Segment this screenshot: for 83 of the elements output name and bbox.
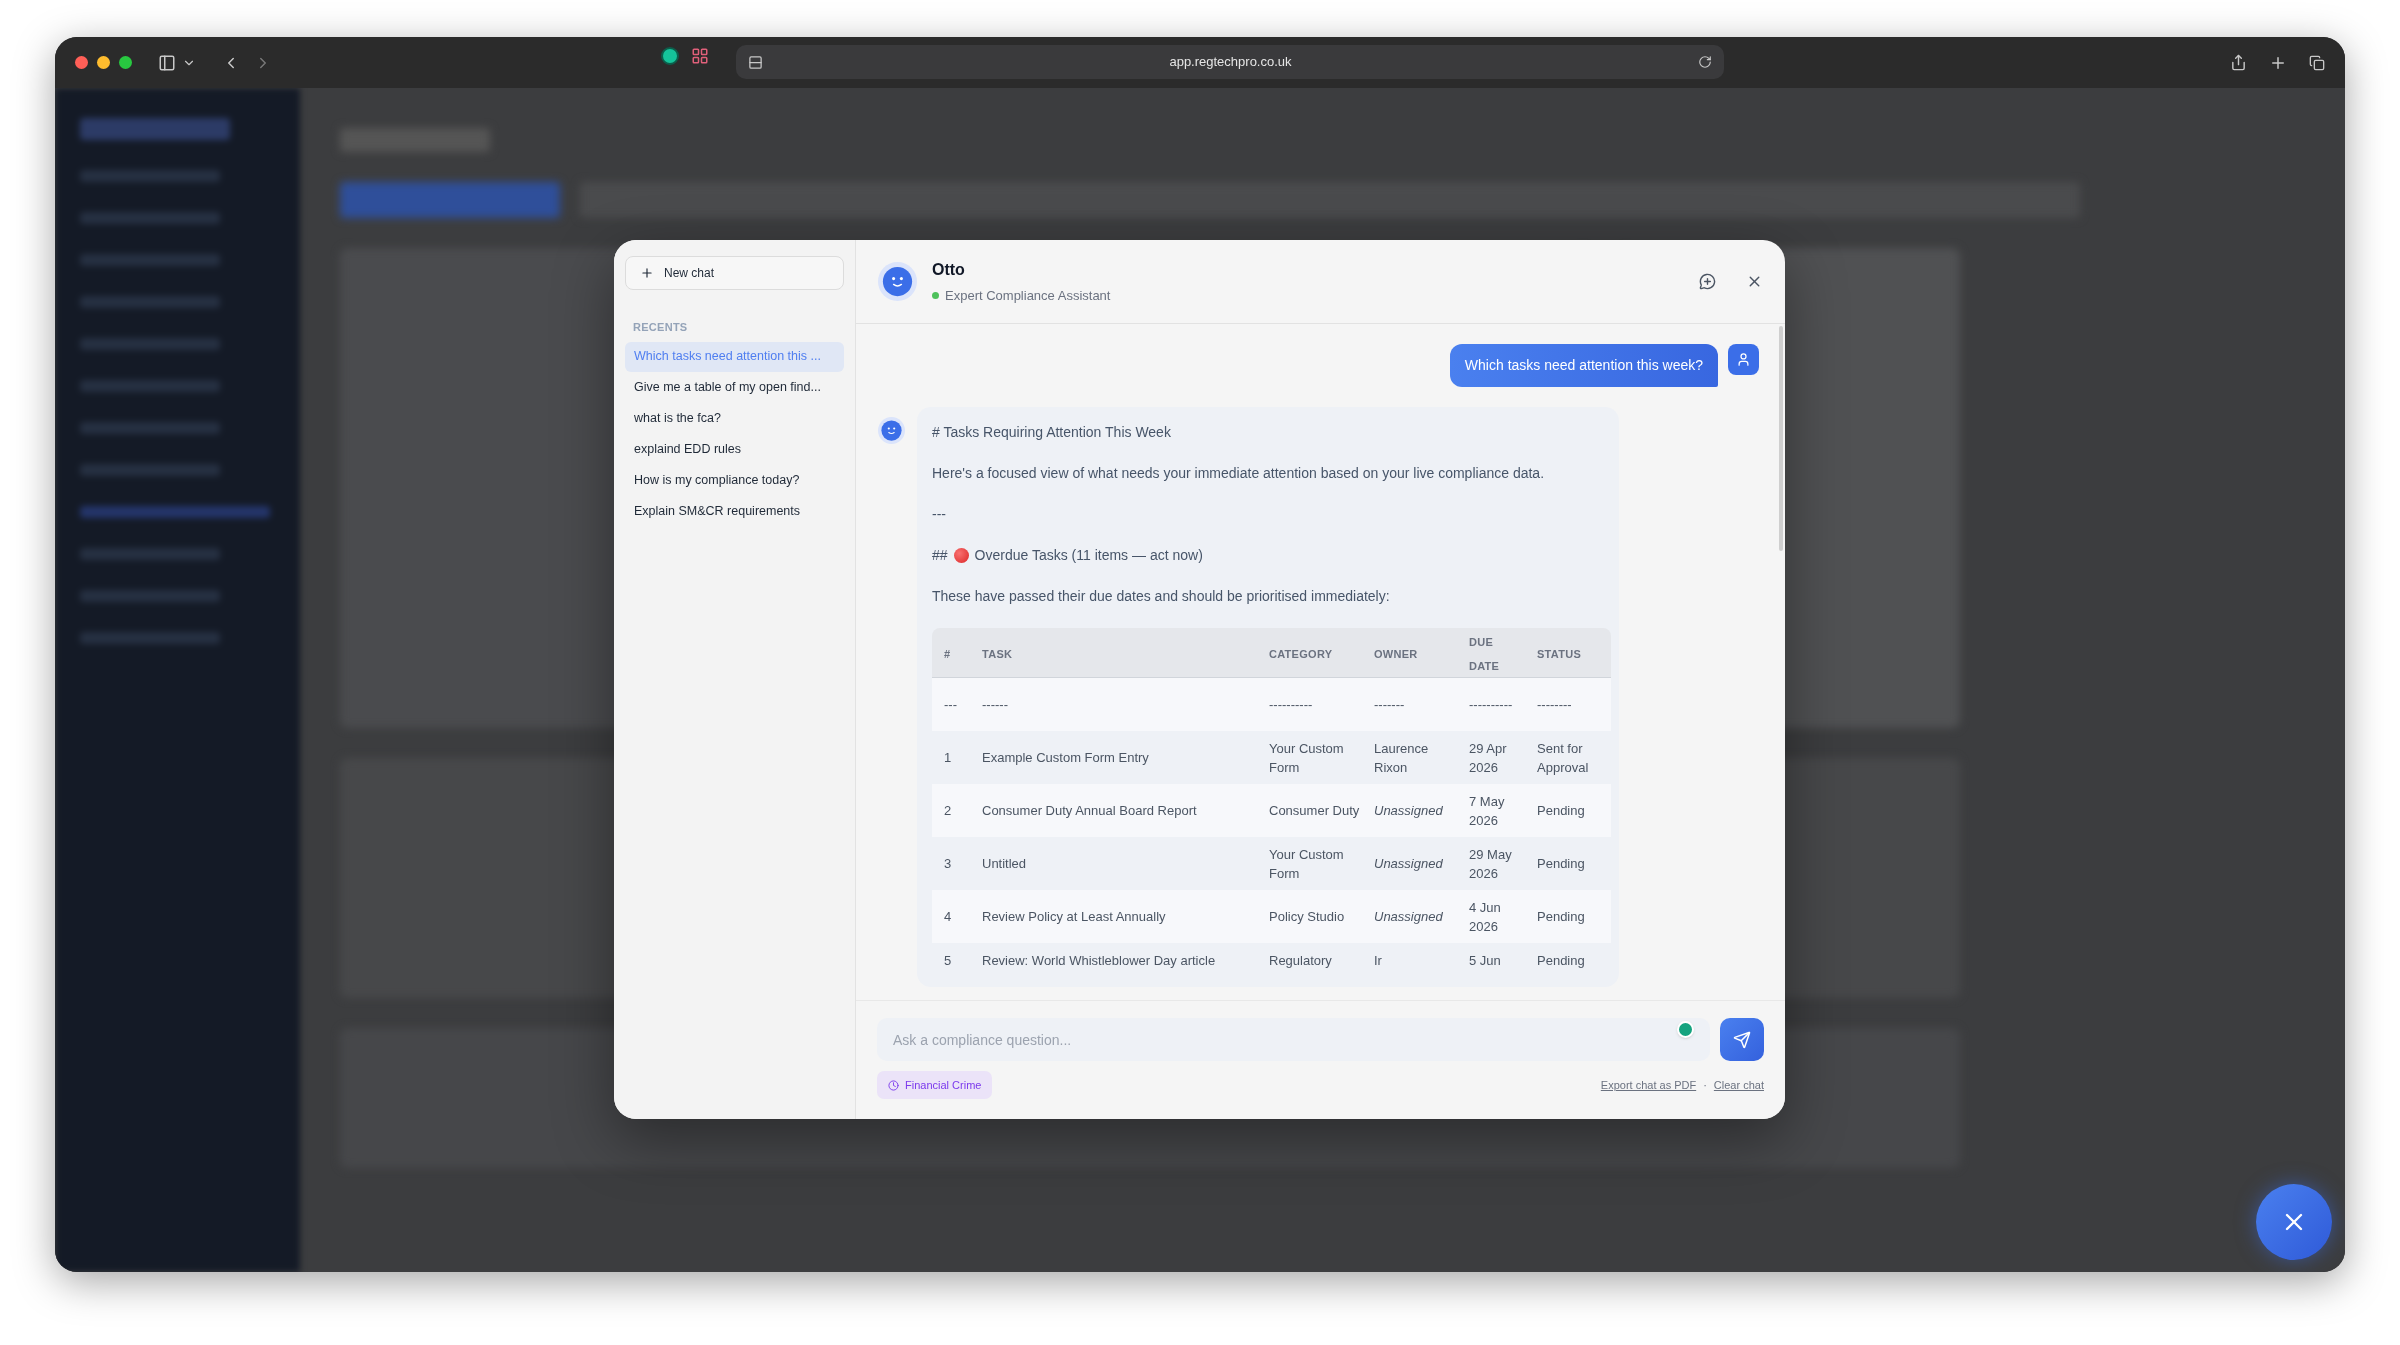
table-cell: Laurence Rixon: [1374, 740, 1429, 775]
table-cell: 5 Jun: [1469, 953, 1501, 968]
table-cell: 29 Apr 2026: [1469, 740, 1507, 775]
send-button[interactable]: [1720, 1018, 1764, 1061]
question-input-field[interactable]: Ask a compliance question...: [877, 1018, 1710, 1061]
table-cell: ----------: [1469, 697, 1513, 712]
topic-chip[interactable]: Financial Crime: [877, 1071, 993, 1099]
table-cell: ------: [982, 697, 1008, 712]
assistant-message-avatar-icon: [878, 417, 905, 444]
assistant-name: Otto: [932, 259, 966, 280]
table-cell: Ir: [1374, 953, 1382, 968]
assistant-avatar-icon: [878, 262, 917, 301]
share-icon[interactable]: [2230, 54, 2247, 71]
message-text: Here's a focused view of what needs your immediate attention based on your live compliance data.: [932, 464, 1545, 483]
table-cell: Untitled: [982, 856, 1027, 871]
table-cell: Pending: [1537, 856, 1585, 871]
recent-chat-item[interactable]: Explain SM&CR requirements: [625, 496, 844, 527]
export-pdf-link[interactable]: Export chat as PDF: [1600, 1076, 1697, 1094]
sidebar-toggle-icon[interactable]: [158, 53, 176, 72]
user-message-bubble: Which tasks need attention this week?: [1449, 344, 1718, 387]
table-cell: Example Custom Form Entry: [982, 750, 1149, 765]
column-header: DUE DATE: [1469, 635, 1500, 672]
table-cell: -------: [1374, 697, 1405, 712]
plus-icon: [640, 266, 654, 280]
table-cell: 4 Jun 2026: [1469, 899, 1501, 934]
table-cell: Consumer Duty Annual Board Report: [982, 803, 1197, 818]
new-chat-button[interactable]: New chat: [625, 256, 844, 290]
recent-chat-item[interactable]: explaind EDD rules: [625, 434, 844, 465]
message-text: ---: [932, 505, 947, 524]
url-text: app.regtechpro.co.uk: [1168, 53, 1293, 72]
column-header: STATUS: [1537, 647, 1582, 660]
table-cell: 1: [944, 750, 952, 765]
minimize-window-icon[interactable]: [97, 56, 110, 69]
table-cell: Consumer Duty: [1269, 803, 1360, 818]
link-separator: ·: [1703, 1077, 1707, 1093]
table-cell: Sent for Approval: [1537, 740, 1589, 775]
table-cell: Your Custom Form: [1269, 846, 1344, 881]
send-icon: [1733, 1030, 1751, 1049]
column-header: #: [944, 647, 951, 660]
table-cell: 29 May 2026: [1469, 846, 1512, 881]
table-cell: Unassigned: [1374, 856, 1443, 871]
recent-chat-item[interactable]: Give me a table of my open find...: [625, 372, 844, 403]
table-cell: 3: [944, 856, 952, 871]
message-text: These have passed their due dates and should be prioritised immediately:: [932, 587, 1391, 606]
table-cell: Pending: [1537, 909, 1585, 924]
table-cell: --------: [1537, 697, 1572, 712]
close-window-icon[interactable]: [75, 56, 88, 69]
table-cell: Review: World Whistleblower Day article: [982, 953, 1216, 968]
table-cell: 5: [944, 953, 952, 968]
scrollbar-thumb[interactable]: [1779, 326, 1783, 551]
table-cell: 7 May 2026: [1469, 793, 1505, 828]
recents-label: RECENTS: [633, 320, 689, 335]
clock-icon: [888, 1079, 899, 1091]
table-cell: Regulatory: [1269, 953, 1332, 968]
table-cell: ---: [944, 697, 957, 712]
table-cell: Unassigned: [1374, 909, 1443, 924]
table-cell: Your Custom Form: [1269, 740, 1344, 775]
tabs-icon[interactable]: [2309, 54, 2325, 71]
column-header: OWNER: [1374, 647, 1418, 660]
table-cell: ----------: [1269, 697, 1313, 712]
tab-overview-icon[interactable]: [748, 54, 763, 70]
message-text: # Tasks Requiring Attention This Week: [932, 423, 1172, 442]
assistant-subtitle: Expert Compliance Assistant: [945, 286, 1111, 305]
user-avatar-icon: [1728, 344, 1759, 375]
clear-chat-link[interactable]: Clear chat: [1713, 1076, 1764, 1094]
table-cell: 4: [944, 909, 952, 924]
address-bar[interactable]: app.regtechpro.co.uk: [736, 45, 1724, 79]
column-header: CATEGORY: [1269, 647, 1333, 660]
heading-marker: ##: [932, 546, 948, 565]
grid-icon[interactable]: [691, 47, 709, 65]
table-cell: Review Policy at Least Annually: [982, 909, 1166, 924]
table-cell: Pending: [1537, 803, 1585, 818]
table-cell: 2: [944, 803, 952, 818]
recent-chat-item[interactable]: How is my compliance today?: [625, 465, 844, 496]
recent-chat-item[interactable]: what is the fca?: [625, 403, 844, 434]
reload-icon[interactable]: [1698, 55, 1712, 69]
new-conversation-icon[interactable]: [1699, 273, 1716, 290]
zoom-window-icon[interactable]: [119, 56, 132, 69]
table-cell: Pending: [1537, 953, 1585, 968]
table-cell: Policy Studio: [1269, 909, 1345, 924]
message-heading: Overdue Tasks (11 items — act now): [974, 546, 1203, 565]
table-cell: Unassigned: [1374, 803, 1443, 818]
column-header: TASK: [982, 647, 1013, 660]
